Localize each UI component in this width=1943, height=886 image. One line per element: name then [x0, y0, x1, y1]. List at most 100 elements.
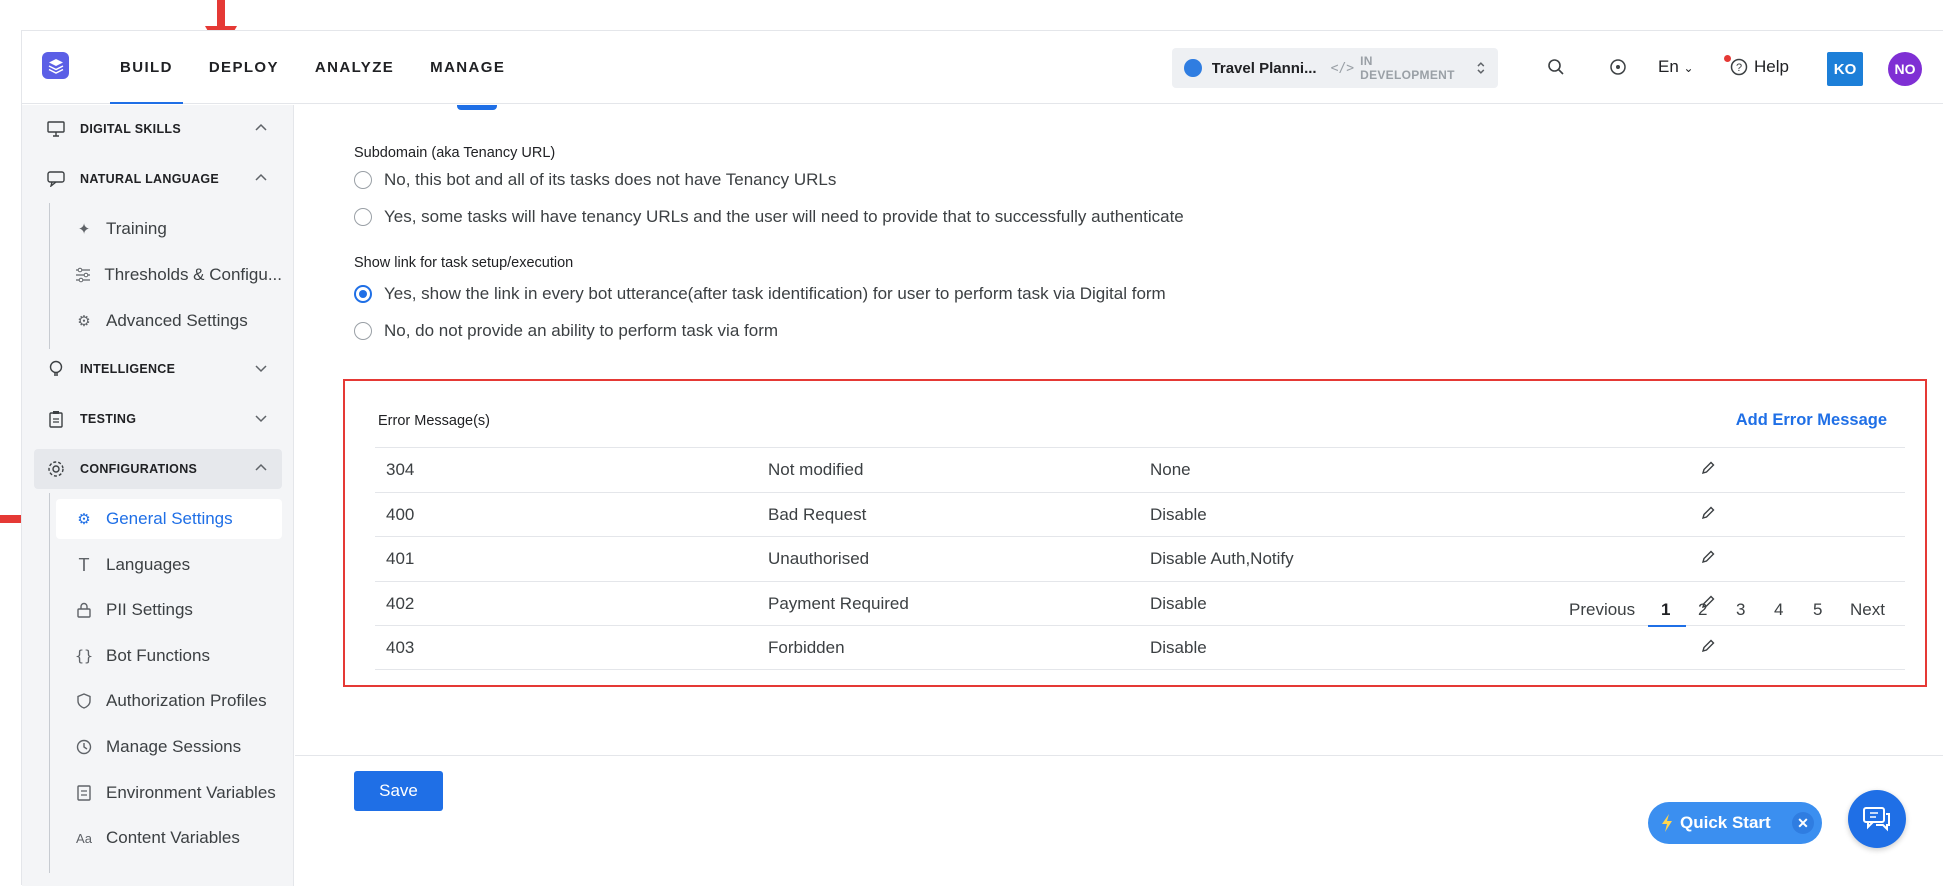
pagination-page-2[interactable]: 2 [1698, 600, 1707, 620]
toggle-stub [457, 105, 497, 110]
chat-support-button[interactable] [1848, 790, 1906, 848]
language-selector[interactable]: En ⌄ [1658, 57, 1694, 77]
chat-icon [46, 169, 66, 189]
nav-build[interactable]: BUILD [102, 31, 191, 104]
tree-line [49, 493, 50, 873]
sidebar-item-advanced-settings[interactable]: ⚙ Advanced Settings [56, 301, 282, 341]
section-label: TESTING [80, 412, 137, 426]
error-action: Disable [1150, 504, 1207, 524]
sidebar-item-training[interactable]: ✦ Training [56, 209, 282, 249]
sidebar-section-natural-language[interactable]: NATURAL LANGUAGE [34, 159, 282, 199]
user-avatar[interactable]: NO [1888, 52, 1922, 86]
section-label: NATURAL LANGUAGE [80, 172, 220, 186]
pagination-page-1[interactable]: 1 [1661, 600, 1670, 620]
subdomain-option-yes[interactable]: Yes, some tasks will have tenancy URLs a… [354, 207, 1184, 227]
code-icon: </> [1330, 60, 1355, 76]
subdomain-label: Subdomain (aka Tenancy URL) [354, 145, 556, 161]
chat-bubbles-icon [1863, 807, 1890, 832]
gear-icon: ⚙ [77, 511, 91, 528]
chevron-down-icon [255, 415, 267, 423]
pencil-icon[interactable] [1700, 460, 1718, 478]
sidebar-section-configurations[interactable]: CONFIGURATIONS [34, 449, 282, 489]
item-label: Advanced Settings [106, 311, 248, 330]
monitor-icon [46, 119, 66, 139]
pencil-icon[interactable] [1700, 505, 1718, 523]
sidebar-item-manage-sessions[interactable]: Manage Sessions [56, 727, 282, 767]
pagination-page-5[interactable]: 5 [1813, 600, 1822, 620]
text-icon: T [78, 554, 90, 575]
section-label: CONFIGURATIONS [80, 462, 198, 476]
pencil-icon[interactable] [1700, 638, 1718, 656]
clipboard-icon [46, 409, 66, 429]
svg-text:?: ? [1736, 62, 1742, 74]
item-label: Thresholds & Configu... [104, 265, 282, 284]
sidebar-item-bot-functions[interactable]: {} Bot Functions [56, 636, 282, 676]
radio-button[interactable] [354, 208, 372, 226]
item-label: Training [106, 219, 167, 238]
lock-icon [74, 600, 94, 620]
item-label: Environment Variables [106, 783, 276, 802]
app-logo-icon[interactable] [42, 52, 69, 79]
nav-deploy[interactable]: DEPLOY [191, 31, 297, 104]
bot-selector[interactable]: Travel Planni... </> IN DEVELOPMENT [1172, 48, 1498, 88]
workspace-avatar[interactable]: KO [1827, 52, 1863, 86]
sidebar-section-intelligence[interactable]: INTELLIGENCE [34, 349, 282, 389]
quick-start-label: Quick Start [1680, 813, 1771, 832]
sidebar-section-testing[interactable]: TESTING [34, 399, 282, 439]
error-messages-panel: Error Message(s) Add Error Message 304 N… [343, 379, 1927, 687]
chevron-up-down-icon [1477, 62, 1485, 74]
top-navigation-bar: BUILD DEPLOY ANALYZE MANAGE Travel Plann… [22, 31, 1943, 104]
error-messages-title: Error Message(s) [378, 413, 490, 429]
nav-manage[interactable]: MANAGE [412, 31, 523, 104]
close-icon[interactable]: ✕ [1792, 812, 1814, 834]
search-icon[interactable] [1542, 53, 1570, 81]
item-label: Content Variables [106, 828, 240, 847]
item-label: Bot Functions [106, 646, 210, 665]
task-link-option-yes[interactable]: Yes, show the link in every bot utteranc… [354, 284, 1166, 304]
sidebar-item-languages[interactable]: T Languages [56, 545, 282, 585]
pencil-icon[interactable] [1700, 549, 1718, 567]
radio-button[interactable] [354, 171, 372, 189]
font-size-icon: Aa [76, 830, 92, 846]
current-page-indicator [1648, 625, 1686, 627]
screenshot-frame: BUILD DEPLOY ANALYZE MANAGE Travel Plann… [0, 0, 1943, 886]
item-label: Manage Sessions [106, 737, 242, 756]
item-label: Authorization Profiles [106, 691, 267, 710]
task-link-option-no[interactable]: No, do not provide an ability to perform… [354, 321, 778, 341]
sidebar-item-content-variables[interactable]: Aa Content Variables [56, 818, 282, 858]
radio-label: No, this bot and all of its tasks does n… [384, 170, 837, 189]
magic-wand-icon: ✦ [77, 221, 91, 238]
radio-button[interactable] [354, 285, 372, 303]
pagination-page-3[interactable]: 3 [1736, 600, 1745, 620]
sidebar-item-general-settings[interactable]: ⚙ General Settings [56, 499, 282, 539]
pagination-previous[interactable]: Previous [1569, 600, 1635, 620]
gear-icon [46, 459, 66, 479]
radio-label: Yes, show the link in every bot utteranc… [384, 284, 1166, 303]
pagination-next[interactable]: Next [1850, 600, 1885, 620]
clock-icon [74, 737, 94, 757]
target-icon[interactable] [1604, 53, 1632, 81]
error-action: None [1150, 460, 1191, 479]
radio-button[interactable] [354, 322, 372, 340]
quick-start-button[interactable]: Quick Start ✕ [1648, 802, 1822, 844]
sidebar-item-pii-settings[interactable]: PII Settings [56, 590, 282, 630]
subdomain-option-no[interactable]: No, this bot and all of its tasks does n… [354, 170, 836, 190]
sidebar-item-thresholds[interactable]: Thresholds & Configu... [56, 255, 282, 295]
chevron-up-icon [255, 123, 267, 131]
error-action: Disable Auth,Notify [1150, 549, 1294, 568]
help-button[interactable]: ? Help [1724, 55, 1789, 77]
nav-analyze[interactable]: ANALYZE [297, 31, 412, 104]
error-description: Bad Request [768, 504, 867, 524]
help-icon: ? [1730, 58, 1748, 76]
sidebar-item-authorization-profiles[interactable]: Authorization Profiles [56, 681, 282, 721]
pagination-page-4[interactable]: 4 [1774, 600, 1783, 620]
gear-icon: ⚙ [77, 313, 91, 330]
sidebar-item-environment-variables[interactable]: Environment Variables [56, 773, 282, 813]
save-button[interactable]: Save [354, 771, 443, 811]
table-row: 403 Forbidden Disable [375, 625, 1905, 670]
radio-label: Yes, some tasks will have tenancy URLs a… [384, 207, 1184, 226]
add-error-message-button[interactable]: Add Error Message [1736, 411, 1887, 430]
task-link-label: Show link for task setup/execution [354, 255, 574, 271]
section-label: DIGITAL SKILLS [80, 122, 181, 136]
sidebar-section-digital-skills[interactable]: DIGITAL SKILLS [34, 109, 282, 149]
